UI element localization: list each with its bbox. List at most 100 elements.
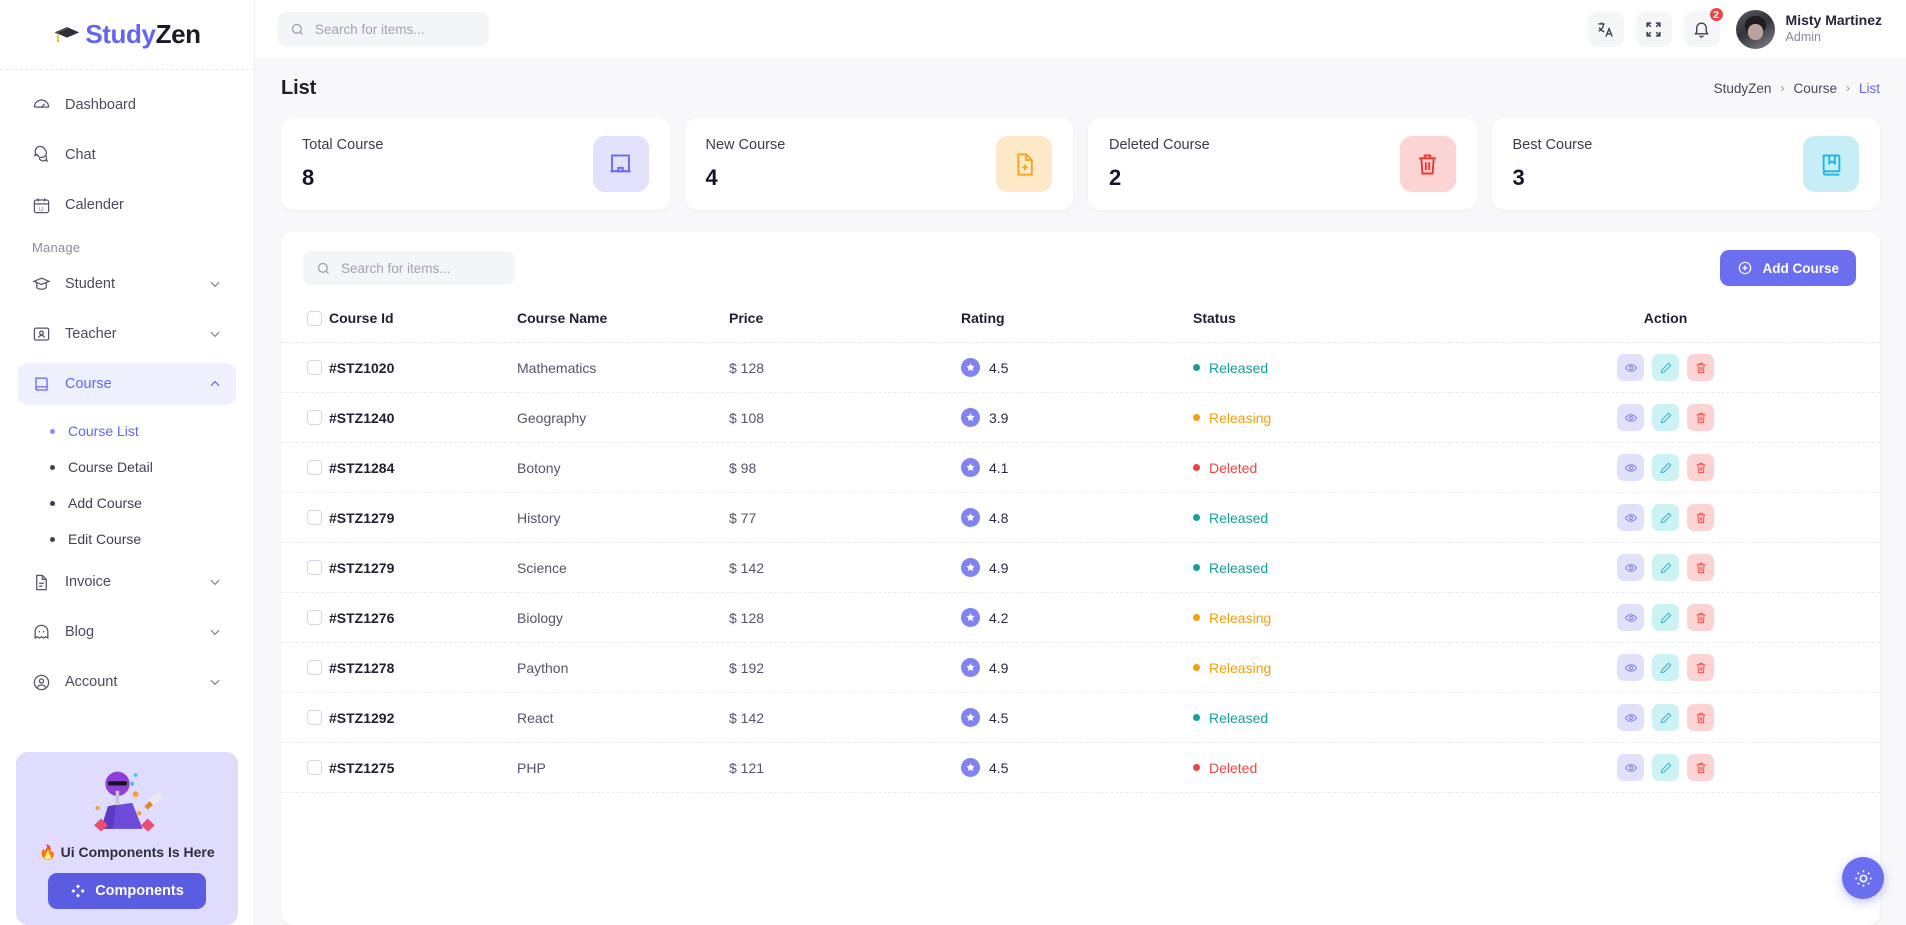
view-button[interactable] — [1617, 404, 1644, 431]
sidebar-item-chat[interactable]: Chat — [18, 134, 236, 176]
edit-button[interactable] — [1652, 754, 1679, 781]
eye-icon — [1624, 663, 1637, 672]
row-checkbox[interactable] — [307, 510, 322, 525]
brand-name-primary: Study — [85, 19, 156, 49]
chevron-down-icon — [210, 579, 220, 586]
sidebar-item-account[interactable]: Account — [18, 661, 236, 703]
add-course-button[interactable]: Add Course — [1720, 250, 1856, 286]
brand-logo[interactable]: StudyZen — [0, 0, 254, 70]
plus-circle-icon — [1739, 261, 1752, 275]
table-row: #STZ1279 History $ 77 4.8 Released — [281, 492, 1880, 543]
delete-button[interactable] — [1687, 554, 1714, 581]
edit-button[interactable] — [1652, 604, 1679, 631]
row-checkbox[interactable] — [307, 560, 322, 575]
fullscreen-button[interactable] — [1635, 11, 1672, 47]
row-checkbox[interactable] — [307, 660, 322, 675]
view-button[interactable] — [1617, 454, 1644, 481]
cell-course-id: #STZ1240 — [329, 392, 517, 443]
edit-button[interactable] — [1652, 404, 1679, 431]
sidebar-item-teacher[interactable]: Teacher — [18, 313, 236, 355]
sidebar-item-calender[interactable]: 12 Calender — [18, 184, 236, 226]
status-label: Releasing — [1209, 409, 1272, 426]
edit-button[interactable] — [1652, 704, 1679, 731]
row-checkbox[interactable] — [307, 410, 322, 425]
row-actions — [1451, 704, 1880, 731]
sidebar-subitem-course-list[interactable]: Course List — [32, 413, 236, 449]
row-checkbox[interactable] — [307, 760, 322, 775]
edit-button[interactable] — [1652, 504, 1679, 531]
select-all-checkbox[interactable] — [307, 310, 322, 326]
view-button[interactable] — [1617, 704, 1644, 731]
course-id-text: #STZ1279 — [329, 509, 395, 526]
trash-icon — [1696, 362, 1705, 373]
cell-course-name: Mathematics — [517, 342, 729, 393]
edit-button[interactable] — [1652, 454, 1679, 481]
delete-button[interactable] — [1687, 654, 1714, 681]
breadcrumb-item-course[interactable]: Course — [1793, 81, 1837, 96]
table-search[interactable] — [303, 251, 515, 285]
star-icon — [961, 508, 980, 527]
cell-course-id: #STZ1276 — [329, 592, 517, 643]
star-icon — [961, 358, 980, 377]
translate-button[interactable] — [1587, 11, 1624, 47]
rating-value: 4.9 — [989, 659, 1009, 676]
delete-button[interactable] — [1687, 354, 1714, 381]
cell-course-id: #STZ1020 — [329, 342, 517, 393]
sidebar-item-dashboard[interactable]: Dashboard — [18, 84, 236, 126]
view-button[interactable] — [1617, 604, 1644, 631]
table-row: #STZ1292 React $ 142 4.5 Released — [281, 692, 1880, 743]
eye-icon — [1624, 513, 1637, 522]
sidebar-subitem-add-course[interactable]: Add Course — [32, 485, 236, 521]
view-button[interactable] — [1617, 754, 1644, 781]
search-icon — [291, 23, 303, 35]
delete-button[interactable] — [1687, 604, 1714, 631]
status-badge: Released — [1193, 560, 1451, 576]
notifications-button[interactable]: 2 — [1683, 6, 1725, 47]
breadcrumb: StudyZen › Course › List — [1714, 81, 1880, 96]
row-select-cell — [281, 592, 329, 643]
sidebar-item-blog[interactable]: Blog — [18, 611, 236, 653]
global-search[interactable] — [277, 12, 489, 46]
sidebar-subitem-edit-course[interactable]: Edit Course — [32, 521, 236, 557]
search-input[interactable] — [315, 21, 476, 37]
brand-text: StudyZen — [85, 19, 201, 50]
cell-status: Released — [1193, 692, 1451, 743]
sidebar-item-course[interactable]: Course — [18, 363, 236, 405]
edit-button[interactable] — [1652, 554, 1679, 581]
row-checkbox[interactable] — [307, 710, 322, 725]
sidebar-item-invoice[interactable]: Invoice — [18, 561, 236, 603]
view-button[interactable] — [1617, 654, 1644, 681]
edit-button[interactable] — [1652, 354, 1679, 381]
row-checkbox[interactable] — [307, 610, 322, 625]
row-select-cell — [281, 542, 329, 593]
row-checkbox[interactable] — [307, 360, 322, 375]
table-search-input[interactable] — [341, 260, 502, 276]
delete-button[interactable] — [1687, 454, 1714, 481]
edit-button[interactable] — [1652, 654, 1679, 681]
status-badge: Deleted — [1193, 760, 1451, 776]
breadcrumb-item-studyzen[interactable]: StudyZen — [1714, 81, 1772, 96]
course-id-text: #STZ1278 — [329, 659, 395, 676]
sidebar-subitem-course-detail[interactable]: Course Detail — [32, 449, 236, 485]
delete-button[interactable] — [1687, 704, 1714, 731]
delete-button[interactable] — [1687, 504, 1714, 531]
user-menu[interactable]: Misty Martinez Admin — [1735, 9, 1882, 49]
view-button[interactable] — [1617, 554, 1644, 581]
delete-button[interactable] — [1687, 754, 1714, 781]
sidebar-item-student[interactable]: Student — [18, 263, 236, 305]
pencil-icon — [1660, 562, 1671, 573]
theme-toggle-button[interactable] — [1842, 857, 1884, 899]
components-button[interactable]: Components — [48, 873, 206, 909]
delete-button[interactable] — [1687, 404, 1714, 431]
view-button[interactable] — [1617, 504, 1644, 531]
rating-value: 4.5 — [989, 709, 1009, 726]
avatar — [1735, 9, 1775, 49]
cell-course-name: Science — [517, 542, 729, 593]
sidebar: StudyZen Dashboard Chat 12 Calender Mana… — [0, 0, 255, 925]
row-checkbox[interactable] — [307, 460, 322, 475]
chat-bubbles-icon — [33, 145, 49, 162]
status-label: Releasing — [1209, 659, 1272, 676]
presentation-board-icon — [610, 154, 631, 172]
view-button[interactable] — [1617, 354, 1644, 381]
app-root: StudyZen Dashboard Chat 12 Calender Mana… — [0, 0, 1906, 925]
